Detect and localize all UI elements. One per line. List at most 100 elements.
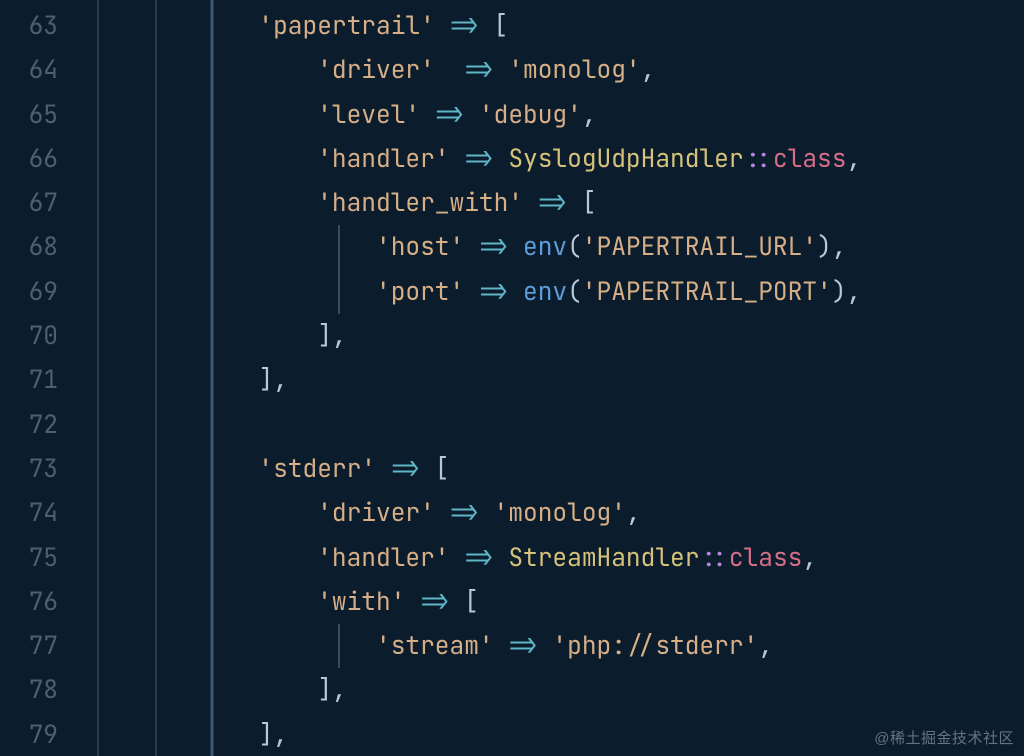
- code-line[interactable]: 'driver' => 'monolog',: [70, 491, 1024, 535]
- indent-whitespace: [82, 231, 376, 263]
- code-line[interactable]: 'handler_with' => [: [70, 181, 1024, 225]
- indent-whitespace: [82, 719, 258, 751]
- code-token: [450, 586, 465, 618]
- code-token: =>: [464, 542, 493, 574]
- code-token: ,: [846, 276, 861, 308]
- code-token: ],: [317, 674, 346, 706]
- indent-whitespace: [82, 54, 317, 86]
- code-editor[interactable]: 6364656667686970717273747576777879 'pape…: [0, 0, 1024, 756]
- code-token: [464, 276, 479, 308]
- code-token: [450, 542, 465, 574]
- indent-whitespace: [82, 320, 317, 352]
- code-token: ,: [641, 54, 656, 86]
- code-token: [420, 453, 435, 485]
- code-token: =>: [464, 143, 493, 175]
- code-token: [508, 276, 523, 308]
- code-token: 'driver': [317, 497, 435, 529]
- code-line[interactable]: 'handler' => SyslogUdpHandler::class,: [70, 137, 1024, 181]
- line-number: 69: [0, 270, 70, 314]
- code-token: ,: [626, 497, 641, 529]
- code-token: 'stderr': [258, 453, 376, 485]
- indent-whitespace: [82, 586, 317, 618]
- code-token: [464, 231, 479, 263]
- code-token: [376, 453, 391, 485]
- code-token: 'PAPERTRAIL_PORT': [582, 276, 832, 308]
- indent-whitespace: [82, 276, 376, 308]
- line-number: 76: [0, 580, 70, 624]
- code-token: 'monolog': [508, 54, 640, 86]
- indent-whitespace: [82, 99, 317, 131]
- code-token: [435, 497, 450, 529]
- code-token: 'monolog': [494, 497, 626, 529]
- indent-whitespace: [82, 143, 317, 175]
- code-token: (: [567, 276, 582, 308]
- code-token: ],: [258, 719, 287, 751]
- code-token: [538, 630, 553, 662]
- line-number: 66: [0, 137, 70, 181]
- code-line[interactable]: ],: [70, 314, 1024, 358]
- code-line[interactable]: [70, 403, 1024, 447]
- indent-whitespace: [82, 453, 258, 485]
- code-token: 'php://stderr': [552, 630, 758, 662]
- code-token: ],: [258, 364, 287, 396]
- code-token: =>: [420, 586, 449, 618]
- code-line[interactable]: ],: [70, 668, 1024, 712]
- code-token: [: [582, 187, 597, 219]
- code-line[interactable]: 'with' => [: [70, 580, 1024, 624]
- code-token: [435, 54, 464, 86]
- code-line[interactable]: 'port' => env('PAPERTRAIL_PORT'),: [70, 270, 1024, 314]
- code-token: [479, 10, 494, 42]
- code-token: =>: [435, 99, 464, 131]
- code-token: =>: [464, 54, 493, 86]
- code-line[interactable]: 'stream' => 'php://stderr',: [70, 624, 1024, 668]
- line-number: 68: [0, 225, 70, 269]
- code-token: 'handler_with': [317, 187, 523, 219]
- line-number: 65: [0, 93, 70, 137]
- code-line[interactable]: 'host' => env('PAPERTRAIL_URL'),: [70, 225, 1024, 269]
- code-line[interactable]: 'handler' => StreamHandler::class,: [70, 536, 1024, 580]
- code-token: [450, 143, 465, 175]
- code-token: 'papertrail': [258, 10, 434, 42]
- code-token: [567, 187, 582, 219]
- code-token: [405, 586, 420, 618]
- code-token: ],: [317, 320, 346, 352]
- code-token: 'handler': [317, 143, 449, 175]
- code-line[interactable]: ],: [70, 358, 1024, 402]
- code-token: =>: [479, 276, 508, 308]
- code-token: =>: [450, 10, 479, 42]
- code-token: 'driver': [317, 54, 435, 86]
- code-token: ,: [582, 99, 597, 131]
- indent-whitespace: [82, 674, 317, 706]
- line-number: 77: [0, 624, 70, 668]
- code-token: [494, 54, 509, 86]
- code-line[interactable]: 'stderr' => [: [70, 447, 1024, 491]
- code-token: class: [729, 542, 803, 574]
- code-line[interactable]: 'driver' => 'monolog',: [70, 48, 1024, 92]
- code-token: =>: [391, 453, 420, 485]
- code-token: ,: [846, 143, 861, 175]
- line-number: 67: [0, 181, 70, 225]
- code-area[interactable]: 'papertrail' => [ 'driver' => 'monolog',…: [70, 0, 1024, 756]
- code-token: 'port': [376, 276, 464, 308]
- code-token: [: [494, 10, 509, 42]
- line-number: 70: [0, 314, 70, 358]
- code-token: =>: [479, 231, 508, 263]
- code-token: ::: [699, 542, 728, 574]
- line-number: 75: [0, 536, 70, 580]
- code-token: 'with': [317, 586, 405, 618]
- code-token: 'level': [317, 99, 420, 131]
- line-number: 74: [0, 491, 70, 535]
- code-token: ,: [758, 630, 773, 662]
- code-line[interactable]: 'level' => 'debug',: [70, 93, 1024, 137]
- indent-guide-local: [338, 270, 340, 314]
- code-token: [: [464, 586, 479, 618]
- indent-whitespace: [82, 630, 376, 662]
- code-token: 'debug': [479, 99, 582, 131]
- code-token: =>: [538, 187, 567, 219]
- indent-guide-local: [338, 624, 340, 668]
- code-line[interactable]: 'papertrail' => [: [70, 4, 1024, 48]
- code-token: ,: [832, 231, 847, 263]
- indent-whitespace: [82, 542, 317, 574]
- indent-whitespace: [82, 187, 317, 219]
- code-token: [: [435, 453, 450, 485]
